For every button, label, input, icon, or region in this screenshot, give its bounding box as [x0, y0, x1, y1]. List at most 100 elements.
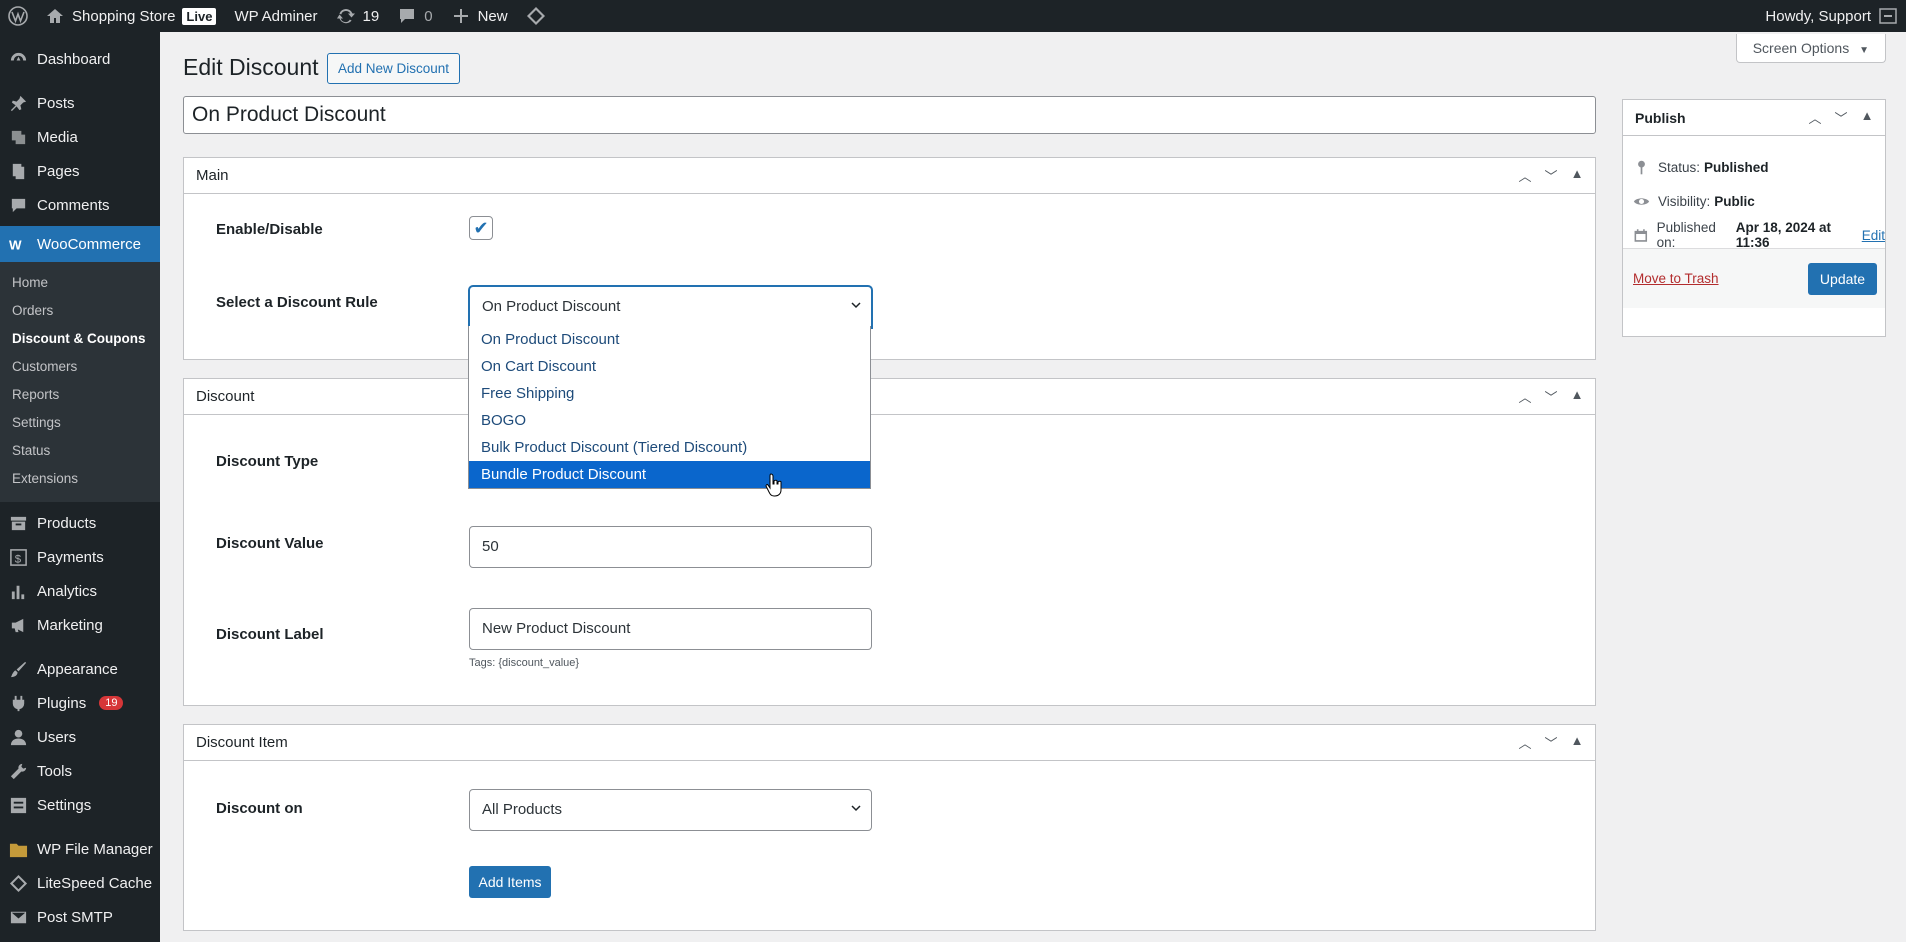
move-up-icon[interactable]: ︿ [1515, 166, 1535, 185]
menu-posts[interactable]: Posts [0, 86, 160, 120]
menu-plugins[interactable]: Plugins 19 [0, 686, 160, 720]
menu-marketing[interactable]: Marketing [0, 608, 160, 642]
tags-hint: Tags: {discount_value} [469, 657, 580, 669]
discount-label-input[interactable]: New Product Discount [469, 608, 872, 650]
move-up-icon[interactable]: ︿ [1805, 108, 1825, 127]
discount-item-postbox-header: Discount Item ︿ ﹀ ▲ [184, 725, 1595, 761]
woocommerce-icon: W [8, 234, 28, 254]
edit-date-link[interactable]: Edit [1862, 228, 1885, 243]
move-down-icon[interactable]: ﹀ [1541, 166, 1561, 185]
add-new-discount-button[interactable]: Add New Discount [327, 53, 461, 84]
submenu-customers[interactable]: Customers [0, 353, 160, 381]
menu-products[interactable]: Products [0, 506, 160, 540]
main-postbox: Main ︿ ﹀ ▲ Enable/Disable ✔ Select a Dis… [183, 157, 1596, 360]
menu-litespeed-cache-label: LiteSpeed Cache [37, 874, 153, 892]
submenu-status[interactable]: Status [0, 437, 160, 465]
move-down-icon[interactable]: ﹀ [1831, 108, 1851, 127]
page-title: Edit Discount [183, 54, 319, 80]
postbox-controls: ︿ ﹀ ▲ [1805, 108, 1885, 127]
discount-on-label: Discount on [216, 800, 303, 817]
menu-media-label: Media [37, 128, 78, 146]
admin-bar: Shopping Store Live WP Adminer 19 0 New … [0, 0, 1906, 32]
publish-status-row: Status: Published [1623, 150, 1885, 184]
menu-comments-label: Comments [37, 196, 110, 214]
rule-option-bogo[interactable]: BOGO [469, 407, 870, 434]
discount-on-select[interactable]: All Products [469, 789, 872, 831]
menu-post-smtp[interactable]: Post SMTP [0, 900, 160, 934]
wrench-icon [8, 761, 28, 781]
dashboard-gauge-icon [8, 49, 28, 69]
update-button[interactable]: Update [1808, 263, 1877, 295]
rule-option-bundle-product[interactable]: Bundle Product Discount [469, 461, 870, 488]
menu-settings-label: Settings [37, 796, 92, 814]
rule-option-bulk-product[interactable]: Bulk Product Discount (Tiered Discount) [469, 434, 870, 461]
comments-link[interactable]: 0 [388, 0, 441, 32]
submenu-home[interactable]: Home [0, 269, 160, 297]
plugins-update-badge: 19 [99, 696, 124, 710]
postbox-controls: ︿ ﹀ ▲ [1515, 387, 1595, 406]
menu-media[interactable]: Media [0, 120, 160, 154]
menu-wp-file-manager[interactable]: WP File Manager [0, 832, 160, 866]
publish-visibility-row: Visibility: Public [1623, 184, 1885, 218]
litespeed-diamond-icon [8, 873, 28, 893]
move-up-icon[interactable]: ︿ [1515, 387, 1535, 406]
wordpress-logo-icon[interactable] [0, 0, 36, 32]
wp-adminer-link[interactable]: WP Adminer [225, 0, 326, 32]
move-to-trash-link[interactable]: Move to Trash [1633, 271, 1719, 286]
enable-checkbox[interactable]: ✔ [469, 216, 493, 240]
menu-pages[interactable]: Pages [0, 154, 160, 188]
toggle-panel-icon[interactable]: ▲ [1567, 166, 1587, 185]
discount-item-postbox: Discount Item ︿ ﹀ ▲ Discount on All Prod… [183, 724, 1596, 931]
screen-options-button[interactable]: Screen Options ▼ [1735, 34, 1886, 63]
plugin-icon [8, 693, 28, 713]
discount-rule-dropdown-list: On Product Discount On Cart Discount Fre… [468, 326, 871, 489]
my-account-link[interactable]: Howdy, Support [1756, 0, 1906, 32]
main-content: Screen Options ▼ Edit Discount Add New D… [160, 32, 1906, 942]
menu-woocommerce-label: WooCommerce [37, 235, 141, 253]
toggle-panel-icon[interactable]: ▲ [1857, 108, 1877, 127]
updates-link[interactable]: 19 [327, 0, 389, 32]
menu-settings[interactable]: Settings [0, 788, 160, 822]
submenu-settings[interactable]: Settings [0, 409, 160, 437]
rule-option-on-product[interactable]: On Product Discount [469, 326, 870, 353]
toggle-panel-icon[interactable]: ▲ [1567, 387, 1587, 406]
menu-woocommerce[interactable]: W WooCommerce [0, 226, 160, 262]
menu-users[interactable]: Users [0, 720, 160, 754]
submenu-discount-coupons[interactable]: Discount & Coupons [0, 325, 160, 353]
menu-post-smtp-label: Post SMTP [37, 908, 113, 926]
menu-dashboard-label: Dashboard [37, 50, 111, 68]
site-name-link[interactable]: Shopping Store Live [36, 0, 225, 32]
menu-analytics[interactable]: Analytics [0, 574, 160, 608]
toggle-panel-icon[interactable]: ▲ [1567, 733, 1587, 752]
menu-appearance[interactable]: Appearance [0, 652, 160, 686]
discount-value-label: Discount Value [216, 535, 324, 552]
rule-option-on-cart[interactable]: On Cart Discount [469, 353, 870, 380]
howdy-text: Howdy, Support [1765, 7, 1871, 25]
menu-tools[interactable]: Tools [0, 754, 160, 788]
post-title-input[interactable]: On Product Discount [183, 96, 1596, 134]
menu-comments[interactable]: Comments [0, 188, 160, 222]
pushpin-icon [8, 93, 28, 113]
discount-rule-select[interactable]: On Product Discount [469, 286, 872, 328]
menu-posts-label: Posts [37, 94, 75, 112]
submenu-reports[interactable]: Reports [0, 381, 160, 409]
menu-dashboard[interactable]: Dashboard [0, 42, 160, 76]
move-down-icon[interactable]: ﹀ [1541, 733, 1561, 752]
publish-title: Publish [1635, 109, 1686, 126]
menu-litespeed-cache[interactable]: LiteSpeed Cache [0, 866, 160, 900]
submenu-extensions[interactable]: Extensions [0, 465, 160, 493]
discount-value-input[interactable]: 50 [469, 526, 872, 568]
rule-option-free-shipping[interactable]: Free Shipping [469, 380, 870, 407]
comments-icon [8, 195, 28, 215]
pin-icon [1638, 160, 1645, 174]
litespeed-bar-link[interactable] [517, 0, 555, 32]
move-up-icon[interactable]: ︿ [1515, 733, 1535, 752]
site-name: Shopping Store [72, 7, 176, 25]
menu-payments[interactable]: $ Payments [0, 540, 160, 574]
add-items-button[interactable]: Add Items [469, 866, 551, 898]
postbox-controls: ︿ ﹀ ▲ [1515, 166, 1595, 185]
move-down-icon[interactable]: ﹀ [1541, 387, 1561, 406]
new-content-link[interactable]: New [442, 0, 517, 32]
menu-wp-file-manager-label: WP File Manager [37, 840, 153, 858]
submenu-orders[interactable]: Orders [0, 297, 160, 325]
